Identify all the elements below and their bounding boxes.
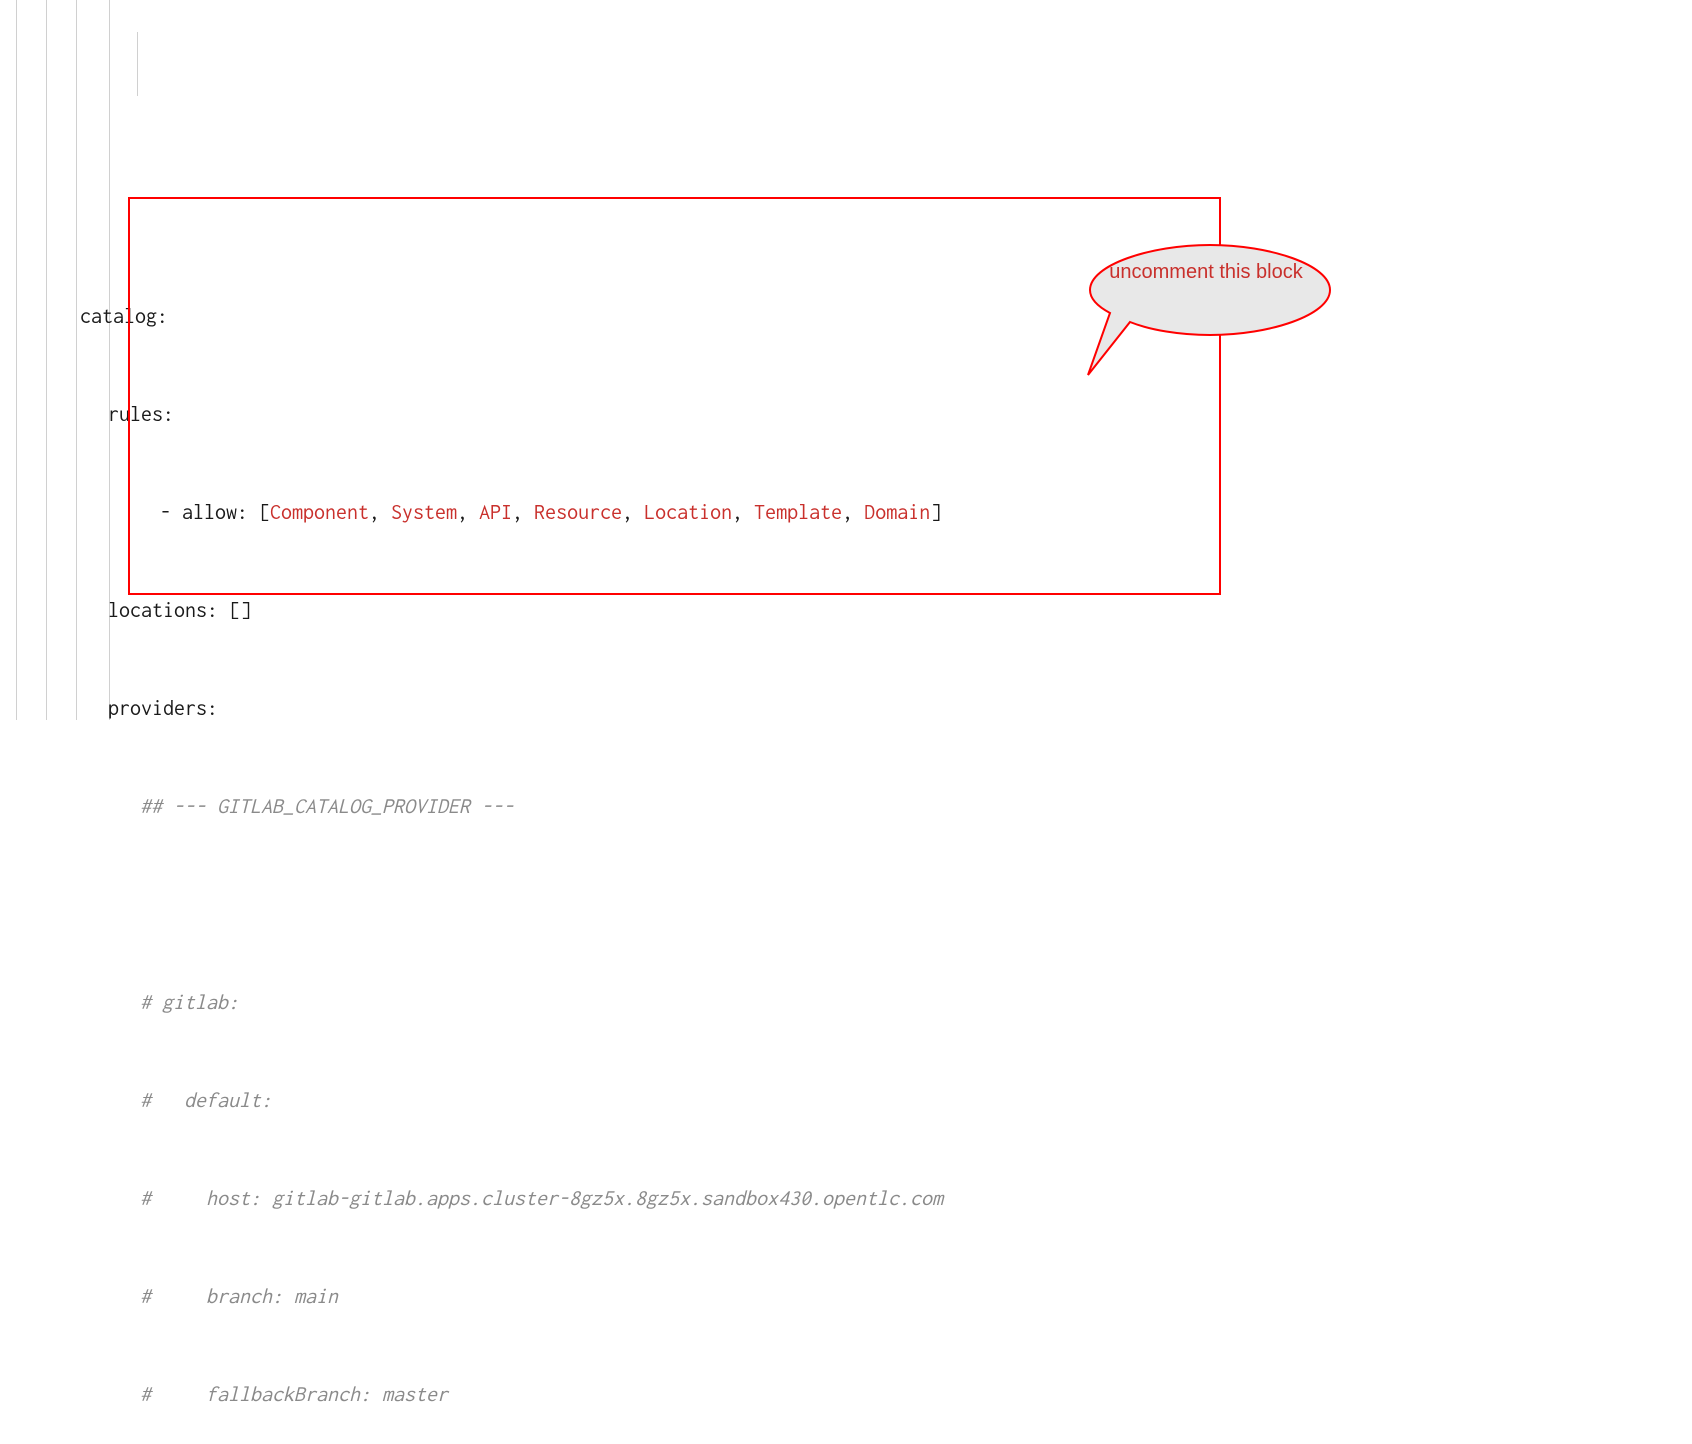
yaml-key-catalog: catalog: xyxy=(0,301,1692,333)
yaml-commented-line: # branch: main xyxy=(0,1281,1692,1313)
yaml-blank-line xyxy=(0,889,1692,921)
yaml-commented-line: # default: xyxy=(0,1085,1692,1117)
indent-guide xyxy=(109,164,110,720)
yaml-key-rules: rules: xyxy=(0,399,1692,431)
yaml-commented-line: # gitlab: xyxy=(0,987,1692,1019)
indent-guide xyxy=(109,0,110,164)
yaml-code-block: catalog: rules: - allow: [Component, Sys… xyxy=(0,0,1692,1444)
indent-guide xyxy=(137,32,138,96)
yaml-key-locations: locations: [] xyxy=(0,595,1692,627)
yaml-section-marker-start: ## --- GITLAB_CATALOG_PROVIDER --- xyxy=(0,791,1692,823)
yaml-commented-line: # fallbackBranch: master xyxy=(0,1379,1692,1411)
yaml-allow-list: - allow: [Component, System, API, Resour… xyxy=(0,497,1692,529)
yaml-commented-line: # host: gitlab-gitlab.apps.cluster-8gz5x… xyxy=(0,1183,1692,1215)
yaml-key-providers: providers: xyxy=(0,693,1692,725)
